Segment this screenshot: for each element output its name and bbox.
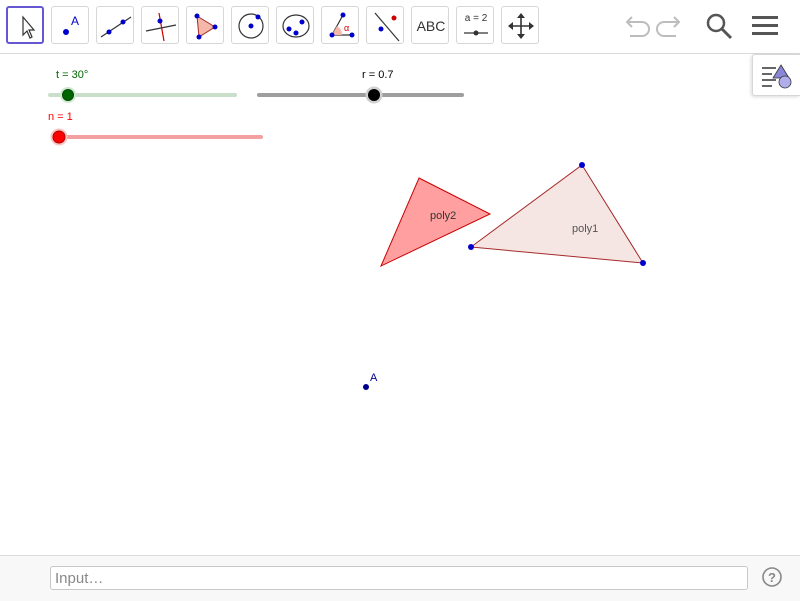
undo-button[interactable] xyxy=(618,10,652,42)
move-tool-button[interactable] xyxy=(6,6,44,44)
point-a-label: A xyxy=(370,372,378,384)
menu-icon xyxy=(752,16,778,35)
poly1-vertex[interactable] xyxy=(579,162,585,168)
poly1-vertex[interactable] xyxy=(640,260,646,266)
angle-tool-button[interactable]: α xyxy=(321,6,359,44)
angle-icon: α xyxy=(329,12,355,38)
undo-icon xyxy=(625,16,650,37)
conic-icon xyxy=(282,14,310,38)
poly2-label: poly2 xyxy=(430,210,456,222)
poly1-label: poly1 xyxy=(572,223,598,235)
input-field[interactable] xyxy=(50,566,748,590)
poly1[interactable] xyxy=(469,164,644,264)
perpendicular-line-icon xyxy=(145,12,177,42)
slider-icon xyxy=(464,30,488,36)
arrow-cursor-icon xyxy=(22,15,36,39)
text-tool-button[interactable]: ABC xyxy=(411,6,449,44)
redo-icon xyxy=(656,16,681,37)
perpendicular-line-tool-button[interactable] xyxy=(141,6,179,44)
alpha-symbol: α xyxy=(344,23,349,33)
poly1-vertex[interactable] xyxy=(468,244,474,250)
slider-tool-button[interactable]: a = 2 xyxy=(456,6,494,44)
point-tool-button[interactable]: A xyxy=(51,6,89,44)
search-button[interactable] xyxy=(702,10,736,42)
menu-button[interactable] xyxy=(750,10,784,42)
help-icon[interactable]: ? xyxy=(762,567,782,587)
line-tool-button[interactable] xyxy=(96,6,134,44)
point-a[interactable] xyxy=(363,384,369,390)
move-arrows-icon xyxy=(508,13,534,39)
reflect-tool-button[interactable] xyxy=(366,6,404,44)
line-icon xyxy=(100,16,132,38)
text-tool-label: ABC xyxy=(416,18,446,34)
search-icon xyxy=(706,13,733,40)
circle-icon xyxy=(238,13,264,39)
svg-text:?: ? xyxy=(768,570,776,585)
polygon-icon xyxy=(194,13,218,40)
geometry-layer: poly2 poly1 A xyxy=(363,162,646,390)
poly2[interactable] xyxy=(380,177,492,268)
move-graphics-view-button[interactable] xyxy=(501,6,539,44)
point-icon: A xyxy=(63,14,79,35)
input-bar xyxy=(0,555,800,601)
point-icon-letter: A xyxy=(71,14,79,28)
conic-tool-button[interactable] xyxy=(276,6,314,44)
reflect-icon xyxy=(374,12,400,42)
toolbar: A α ABC a = 2 xyxy=(0,0,800,54)
redo-button[interactable] xyxy=(654,10,688,42)
circle-tool-button[interactable] xyxy=(231,6,269,44)
graphics-view[interactable]: t = 30° r = 0.7 n = 1 poly2 poly1 A xyxy=(0,54,800,555)
polygon-tool-button[interactable] xyxy=(186,6,224,44)
